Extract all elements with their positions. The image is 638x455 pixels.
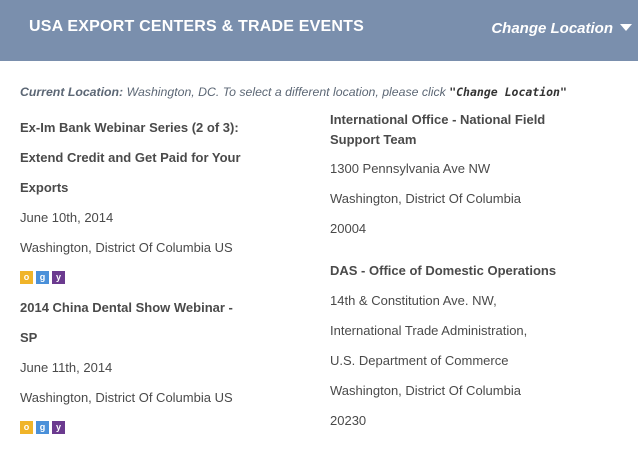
event-location: Washington, District Of Columbia US: [20, 240, 233, 255]
address-line: U.S. Department of Commerce: [330, 353, 509, 368]
event-item: 2014 China Dental Show Webinar - SP June…: [20, 293, 290, 443]
change-location-hint: "Change Location": [449, 85, 567, 99]
address-line: 20004: [330, 221, 367, 236]
caret-down-icon: [620, 23, 632, 31]
address-line: Washington, District Of Columbia: [330, 191, 521, 206]
office-title-line: International Office - National Field: [330, 112, 546, 127]
address-line: 1300 Pennsylvania Ave NW: [330, 161, 491, 176]
outlook-calendar-icon[interactable]: o: [20, 271, 33, 285]
google-calendar-icon[interactable]: g: [36, 421, 49, 435]
events-column: Ex-Im Bank Webinar Series (2 of 3): Exte…: [20, 113, 290, 443]
office-title-line: Support Team: [330, 132, 417, 147]
event-title-line: Exports: [20, 180, 69, 195]
calendar-icons: ogy: [20, 263, 290, 293]
yahoo-calendar-icon[interactable]: y: [52, 421, 65, 435]
event-date: June 10th, 2014: [20, 210, 114, 225]
event-title-link[interactable]: Ex-Im Bank Webinar Series (2 of 3): Exte…: [20, 113, 290, 203]
current-location-label: Current Location:: [20, 85, 124, 99]
office-item: DAS - Office of Domestic Operations 14th…: [330, 256, 620, 436]
address-line: 20230: [330, 413, 367, 428]
change-location-button[interactable]: Change Location: [491, 20, 632, 37]
office-item: International Office - National Field Su…: [330, 110, 620, 244]
event-title-line: SP: [20, 330, 38, 345]
address-line: 14th & Constitution Ave. NW,: [330, 293, 497, 308]
google-calendar-icon[interactable]: g: [36, 271, 49, 285]
event-item: Ex-Im Bank Webinar Series (2 of 3): Exte…: [20, 113, 290, 293]
event-title-line: Ex-Im Bank Webinar Series (2 of 3):: [20, 120, 239, 135]
yahoo-calendar-icon[interactable]: y: [52, 271, 65, 285]
address-line: Washington, District Of Columbia: [330, 383, 521, 398]
outlook-calendar-icon[interactable]: o: [20, 421, 33, 435]
event-title-line: Extend Credit and Get Paid for Your: [20, 150, 241, 165]
address-line: International Trade Administration,: [330, 323, 528, 338]
event-date: June 11th, 2014: [20, 360, 113, 375]
page-title: USA EXPORT CENTERS & TRADE EVENTS: [29, 18, 364, 35]
calendar-icons: ogy: [20, 413, 290, 443]
office-title-link[interactable]: International Office - National Field Su…: [330, 110, 620, 150]
change-location-label: Change Location: [491, 20, 613, 37]
office-address: 1300 Pennsylvania Ave NW Washington, Dis…: [330, 154, 620, 244]
current-location-note: Current Location: Washington, DC. To sel…: [20, 85, 567, 99]
event-title-line: 2014 China Dental Show Webinar -: [20, 300, 233, 315]
event-title-link[interactable]: 2014 China Dental Show Webinar - SP: [20, 293, 290, 353]
event-location: Washington, District Of Columbia US: [20, 390, 233, 405]
office-title-link[interactable]: DAS - Office of Domestic Operations: [330, 256, 620, 286]
office-title-line: DAS - Office of Domestic Operations: [330, 263, 557, 278]
current-location-text: Washington, DC. To select a different lo…: [123, 85, 450, 99]
header-bar: USA EXPORT CENTERS & TRADE EVENTS Change…: [0, 0, 638, 61]
